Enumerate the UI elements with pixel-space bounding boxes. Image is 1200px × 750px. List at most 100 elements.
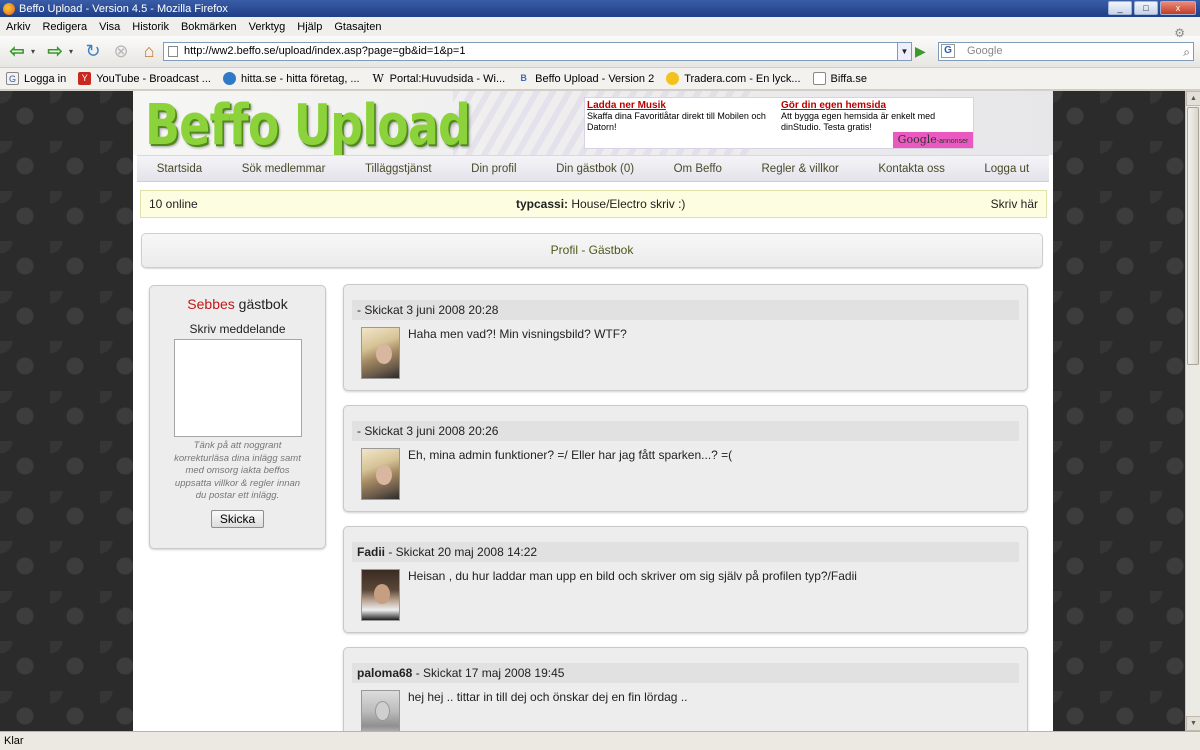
- guestbook-title: Sebbes gästbok: [187, 296, 288, 312]
- post-message: Eh, mina admin funktioner? =/ Eller har …: [408, 448, 733, 462]
- home-icon[interactable]: ⌂: [138, 41, 160, 63]
- nav-tillaggstjanst[interactable]: Tilläggstjänst: [365, 163, 432, 175]
- bookmark-logga-in[interactable]: G Logga in: [6, 72, 66, 85]
- page-icon: [168, 46, 178, 57]
- bookmark-tradera[interactable]: Tradera.com - En lyck...: [666, 72, 801, 85]
- scroll-up-arrow-icon[interactable]: ▲: [1186, 91, 1200, 106]
- ad-title-homepage[interactable]: Gör din egen hemsida: [781, 100, 971, 111]
- page-icon: [812, 72, 826, 85]
- site-container: Beffo Upload Ladda ner Musik Skaffa dina…: [133, 91, 1053, 731]
- menu-verktyg[interactable]: Verktyg: [243, 21, 292, 33]
- guestbook-post: - Skickat 3 juni 2008 20:26 Eh, mina adm…: [343, 405, 1028, 512]
- bookmark-hitta[interactable]: hitta.se - hitta företag, ...: [222, 72, 360, 85]
- nav-din-profil[interactable]: Din profil: [471, 163, 516, 175]
- post-author[interactable]: paloma68: [357, 666, 412, 680]
- page-viewport: Beffo Upload Ladda ner Musik Skaffa dina…: [0, 91, 1185, 731]
- wikipedia-icon: W: [372, 72, 384, 85]
- search-input[interactable]: G Google ⌕ ⚙: [938, 26, 1194, 61]
- avatar[interactable]: [361, 690, 400, 731]
- forward-history-dropdown[interactable]: ▾: [66, 41, 76, 63]
- minimize-button[interactable]: _: [1108, 1, 1132, 15]
- search-icon[interactable]: ⌕: [1183, 44, 1190, 61]
- activity-icon: ⚙: [1174, 26, 1185, 40]
- bookmark-beffo[interactable]: B Beffo Upload - Version 2: [517, 72, 654, 85]
- post-meta: - Skickat 3 juni 2008 20:26: [352, 421, 1019, 441]
- status-bar: Klar: [0, 731, 1200, 750]
- site-header: Beffo Upload Ladda ner Musik Skaffa dina…: [133, 91, 1053, 155]
- globe-icon: [222, 72, 236, 85]
- post-meta: Fadii - Skickat 20 maj 2008 14:22: [352, 542, 1019, 562]
- nav-startsida[interactable]: Startsida: [157, 163, 202, 175]
- avatar[interactable]: [361, 327, 400, 379]
- forward-arrow-icon[interactable]: ⇨: [44, 41, 66, 63]
- bookmark-biffa[interactable]: Biffa.se: [812, 72, 867, 85]
- ad-text-homepage: Att bygga egen hemsida är enkelt med din…: [781, 111, 936, 132]
- write-here-link[interactable]: Skriv här: [991, 191, 1038, 217]
- post-message: Haha men vad?! Min visningsbild? WTF?: [408, 327, 627, 341]
- nav-om-beffo[interactable]: Om Beffo: [674, 163, 722, 175]
- window-titlebar: Beffo Upload - Version 4.5 - Mozilla Fir…: [0, 0, 1200, 17]
- google-engine-icon[interactable]: G: [941, 44, 955, 58]
- guestbook-owner[interactable]: Sebbes: [187, 296, 234, 312]
- scrollbar-thumb[interactable]: [1187, 107, 1199, 365]
- bookmark-youtube[interactable]: Y YouTube - Broadcast ...: [78, 72, 211, 85]
- go-arrow-icon[interactable]: ▶: [915, 43, 931, 59]
- post-meta: - Skickat 3 juni 2008 20:28: [352, 300, 1019, 320]
- menu-arkiv[interactable]: Arkiv: [0, 21, 36, 33]
- post-message: Heisan , du hur laddar man upp en bild o…: [408, 569, 857, 583]
- google-ads-badge[interactable]: Google-annonser: [893, 132, 973, 148]
- nav-sok-medlemmar[interactable]: Sök medlemmar: [242, 163, 326, 175]
- address-text: http://ww2.beffo.se/upload/index.asp?pag…: [184, 45, 466, 57]
- window-title: Beffo Upload - Version 4.5 - Mozilla Fir…: [19, 2, 228, 15]
- post-author[interactable]: Fadii: [357, 545, 385, 559]
- address-bar[interactable]: http://ww2.beffo.se/upload/index.asp?pag…: [163, 42, 898, 61]
- shoutbox-message: typcassi: House/Electro skriv :): [516, 191, 685, 217]
- stop-icon[interactable]: ⊗: [110, 41, 132, 63]
- nav-logga-ut[interactable]: Logga ut: [984, 163, 1029, 175]
- menu-visa[interactable]: Visa: [93, 21, 126, 33]
- shoutbox-text: House/Electro skriv :): [571, 197, 686, 211]
- address-dropdown[interactable]: ▼: [898, 42, 912, 61]
- message-textarea[interactable]: [173, 339, 302, 437]
- guestbook-form-panel: Sebbes gästbok Skriv meddelande Tänk på …: [149, 285, 326, 549]
- online-count[interactable]: 10 online: [149, 191, 198, 217]
- reload-icon[interactable]: ↻: [82, 41, 104, 63]
- menu-historik[interactable]: Historik: [126, 21, 175, 33]
- maximize-button[interactable]: □: [1134, 1, 1158, 15]
- send-button[interactable]: Skicka: [210, 509, 265, 528]
- ad-title-music[interactable]: Ladda ner Musik: [587, 100, 777, 111]
- site-nav: Startsida Sök medlemmar Tilläggstjänst D…: [137, 155, 1049, 182]
- menu-gtasajten[interactable]: Gtasajten: [328, 21, 387, 33]
- bookmark-wikipedia[interactable]: W Portal:Huvudsida - Wi...: [372, 72, 505, 85]
- google-ad-banner[interactable]: Ladda ner Musik Skaffa dina Favoritlåtar…: [584, 97, 974, 149]
- menu-redigera[interactable]: Redigera: [36, 21, 93, 33]
- firefox-icon: [3, 2, 15, 15]
- google-icon: G: [6, 72, 19, 85]
- ad-text-music: Skaffa dina Favoritlåtar direkt till Mob…: [587, 111, 766, 132]
- scroll-down-arrow-icon[interactable]: ▼: [1186, 716, 1200, 731]
- back-arrow-icon[interactable]: ⇦: [6, 41, 28, 63]
- navigation-toolbar: ⇦ ▾ ⇨ ▾ ↻ ⊗ ⌂ http://ww2.beffo.se/upload…: [0, 26, 1200, 68]
- guestbook-rules-note: Tänk på att noggrant korrekturläsa dina …: [174, 440, 301, 501]
- close-button[interactable]: x: [1160, 1, 1196, 15]
- tradera-icon: [666, 72, 680, 85]
- site-logo[interactable]: Beffo Upload: [145, 93, 471, 155]
- vertical-scrollbar[interactable]: ▲ ▼: [1185, 91, 1200, 731]
- youtube-icon: Y: [78, 72, 92, 85]
- post-meta: paloma68 - Skickat 17 maj 2008 19:45: [352, 663, 1019, 683]
- menu-bokmarken[interactable]: Bokmärken: [175, 21, 243, 33]
- nav-kontakta[interactable]: Kontakta oss: [878, 163, 944, 175]
- nav-regler[interactable]: Regler & villkor: [762, 163, 839, 175]
- menu-bar: Arkiv Redigera Visa Historik Bokmärken V…: [0, 17, 1200, 36]
- breadcrumb: Profil - Gästbok: [141, 233, 1043, 268]
- shoutbox-user[interactable]: typcassi:: [516, 197, 568, 211]
- write-message-label: Skriv meddelande: [189, 322, 286, 336]
- avatar[interactable]: [361, 448, 400, 500]
- avatar[interactable]: [361, 569, 400, 621]
- online-bar: 10 online typcassi: House/Electro skriv …: [140, 190, 1047, 218]
- nav-din-gastbok[interactable]: Din gästbok (0): [556, 163, 634, 175]
- back-history-dropdown[interactable]: ▾: [28, 41, 38, 63]
- menu-hjalp[interactable]: Hjälp: [291, 21, 328, 33]
- bookmarks-toolbar: G Logga in Y YouTube - Broadcast ... hitta…: [0, 68, 1200, 90]
- guestbook-post: paloma68 - Skickat 17 maj 2008 19:45 hej…: [343, 647, 1028, 731]
